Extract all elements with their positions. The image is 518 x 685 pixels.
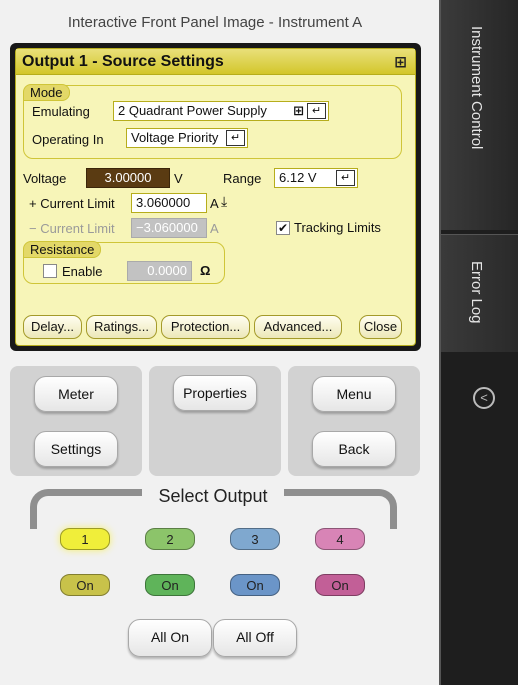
output-3-on-button[interactable]: On	[230, 574, 280, 596]
output-4-on-button[interactable]: On	[315, 574, 365, 596]
plus-current-unit: A	[210, 196, 219, 211]
ratings-button[interactable]: Ratings...	[86, 315, 157, 339]
meter-group: Meter Settings	[10, 366, 142, 476]
delay-button[interactable]: Delay...	[23, 315, 82, 339]
menu-group: Menu Back	[288, 366, 420, 476]
output-2-button[interactable]: 2	[145, 528, 195, 550]
output-4-button[interactable]: 4	[315, 528, 365, 550]
back-button[interactable]: Back	[312, 431, 396, 467]
ohm-icon: Ω	[200, 263, 211, 278]
tab-error-log-label: Error Log	[468, 261, 485, 324]
minus-current-label: − Current Limit	[29, 221, 115, 236]
resistance-field: 0.0000	[127, 261, 192, 281]
pin-icon[interactable]: ⊞	[394, 53, 407, 71]
enable-label: Enable	[62, 264, 103, 279]
tracking-label: Tracking Limits	[294, 220, 381, 235]
output-1-button[interactable]: 1	[60, 528, 110, 550]
plus-current-label: + Current Limit	[29, 196, 115, 211]
chevron-left-icon[interactable]: <	[473, 387, 495, 409]
source-settings-header: Output 1 - Source Settings ⊞	[16, 49, 415, 75]
source-settings-body: Output 1 - Source Settings ⊞ Mode Emulat…	[15, 48, 416, 346]
resistance-label: Resistance	[23, 241, 102, 258]
enter-icon[interactable]: ↵	[307, 103, 326, 119]
front-panel: Interactive Front Panel Image - Instrume…	[0, 0, 441, 685]
mode-label: Mode	[23, 84, 70, 101]
window-title: Interactive Front Panel Image - Instrume…	[67, 14, 363, 31]
output-1-on-button[interactable]: On	[60, 574, 110, 596]
mode-group: Mode Emulating 2 Quadrant Power Supply ⊞…	[23, 84, 402, 159]
voltage-label: Voltage	[23, 171, 67, 186]
range-select[interactable]: 6.12 V ↵	[274, 168, 358, 188]
output-2-on-button[interactable]: On	[145, 574, 195, 596]
protection-button[interactable]: Protection...	[161, 315, 250, 339]
tracking-checkbox[interactable]: ✔	[276, 221, 290, 235]
voltage-field[interactable]: 3.00000	[86, 168, 170, 188]
sidebar: Instrument Control Error Log	[441, 0, 518, 685]
properties-button[interactable]: Properties	[173, 375, 257, 411]
range-label: Range	[223, 171, 262, 186]
download-limit-icon[interactable]: ⤓	[221, 193, 227, 210]
pin-icon: ⊞	[293, 103, 304, 118]
settings-title: Output 1 - Source Settings	[22, 53, 224, 70]
tab-error-log[interactable]: Error Log	[441, 234, 518, 352]
settings-button[interactable]: Settings	[34, 431, 118, 467]
minus-current-field: −3.060000	[131, 218, 207, 238]
operating-label: Operating In	[32, 132, 104, 147]
close-button[interactable]: Close	[359, 315, 402, 339]
tab-instrument-control-label: Instrument Control	[468, 26, 485, 150]
all-on-button[interactable]: All On	[128, 619, 212, 657]
enable-checkbox[interactable]	[43, 264, 57, 278]
all-off-button[interactable]: All Off	[213, 619, 297, 657]
output-3-button[interactable]: 3	[230, 528, 280, 550]
emulating-label: Emulating	[32, 104, 90, 119]
enter-icon[interactable]: ↵	[226, 130, 245, 146]
select-output-label: Select Output	[142, 486, 284, 507]
menu-button[interactable]: Menu	[312, 376, 396, 412]
enter-icon[interactable]: ↵	[336, 170, 355, 186]
advanced-button[interactable]: Advanced...	[254, 315, 342, 339]
plus-current-field[interactable]: 3.060000	[131, 193, 207, 213]
voltage-unit: V	[174, 171, 183, 186]
minus-current-unit: A	[210, 221, 219, 236]
source-settings-window: Output 1 - Source Settings ⊞ Mode Emulat…	[10, 43, 421, 351]
emulating-select[interactable]: 2 Quadrant Power Supply ⊞ ↵	[113, 101, 329, 121]
meter-button[interactable]: Meter	[34, 376, 118, 412]
properties-group: Properties	[149, 366, 281, 476]
operating-select[interactable]: Voltage Priority ↵	[126, 128, 248, 148]
tab-instrument-control[interactable]: Instrument Control	[441, 0, 518, 230]
resistance-group: Resistance Enable 0.0000 Ω	[23, 241, 225, 284]
